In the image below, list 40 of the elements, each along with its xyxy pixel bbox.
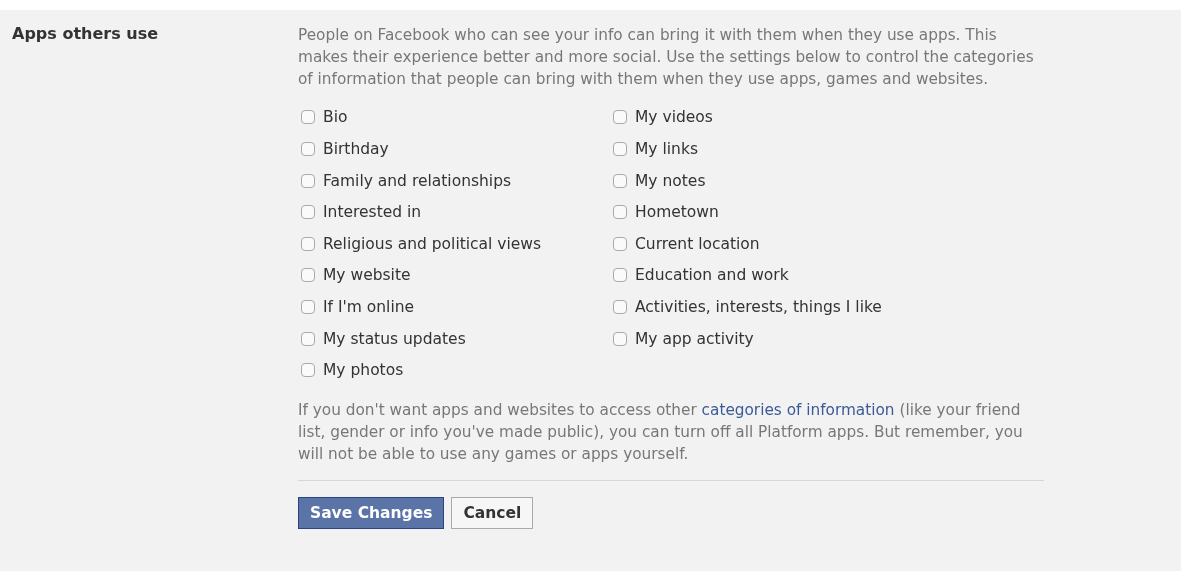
checkbox-label: My videos [635, 108, 713, 127]
checkbox-label: Bio [323, 108, 348, 127]
checkbox[interactable] [301, 205, 315, 220]
save-button[interactable]: Save Changes [298, 496, 445, 529]
checkbox[interactable] [301, 110, 315, 125]
checkbox[interactable] [301, 363, 315, 378]
checkbox[interactable] [613, 110, 627, 125]
checkbox[interactable] [613, 268, 627, 283]
checkbox-label: Hometown [635, 203, 719, 222]
checkbox-label: Current location [635, 234, 760, 253]
categories-link[interactable]: categories of information [701, 400, 895, 419]
checkbox-label: My status updates [323, 329, 466, 348]
checkbox-label: My app activity [635, 329, 754, 348]
section-title: Apps others use [12, 24, 159, 45]
checkbox-label: Birthday [323, 140, 389, 158]
checkbox[interactable] [613, 142, 627, 156]
cancel-button[interactable]: Cancel [451, 496, 534, 529]
checkbox-label: Religious and political views [323, 234, 542, 253]
description-text: People on Facebook who can see your info can bring it with them when they use apps. This makes their experience better and more social. Use the settings below to control the categories of information that people can bring with them when they use apps, games and websites. [298, 25, 1035, 91]
checkbox-label: Family and relationships [323, 171, 512, 190]
checkbox-label: Education and work [635, 266, 789, 285]
checkbox[interactable] [301, 236, 315, 251]
checkbox[interactable] [301, 142, 315, 156]
checkbox-label: My website [323, 266, 411, 285]
checkbox[interactable] [613, 236, 627, 251]
checkbox-label: My photos [323, 361, 404, 380]
checkbox[interactable] [613, 173, 627, 188]
checkbox-label: If I'm online [323, 297, 415, 316]
checkbox[interactable] [301, 331, 315, 346]
checkbox-label: Activities, interests, things I like [635, 297, 882, 316]
checkbox[interactable] [613, 205, 627, 220]
checkbox-label: My links [635, 140, 698, 158]
info-text: If you don't want apps and websites to access other categories of information (like your friend list, gender or info you've made public), you can turn off all Platform apps. But remember, you will not be able to use any games or apps yourself. [298, 399, 1024, 466]
checkbox[interactable] [301, 299, 315, 314]
checkbox-label: My notes [635, 171, 706, 190]
checkbox-label: Interested in [323, 203, 422, 222]
checkbox[interactable] [613, 299, 627, 314]
checkbox[interactable] [301, 268, 315, 283]
checkbox[interactable] [613, 331, 627, 346]
checkbox[interactable] [301, 173, 315, 188]
